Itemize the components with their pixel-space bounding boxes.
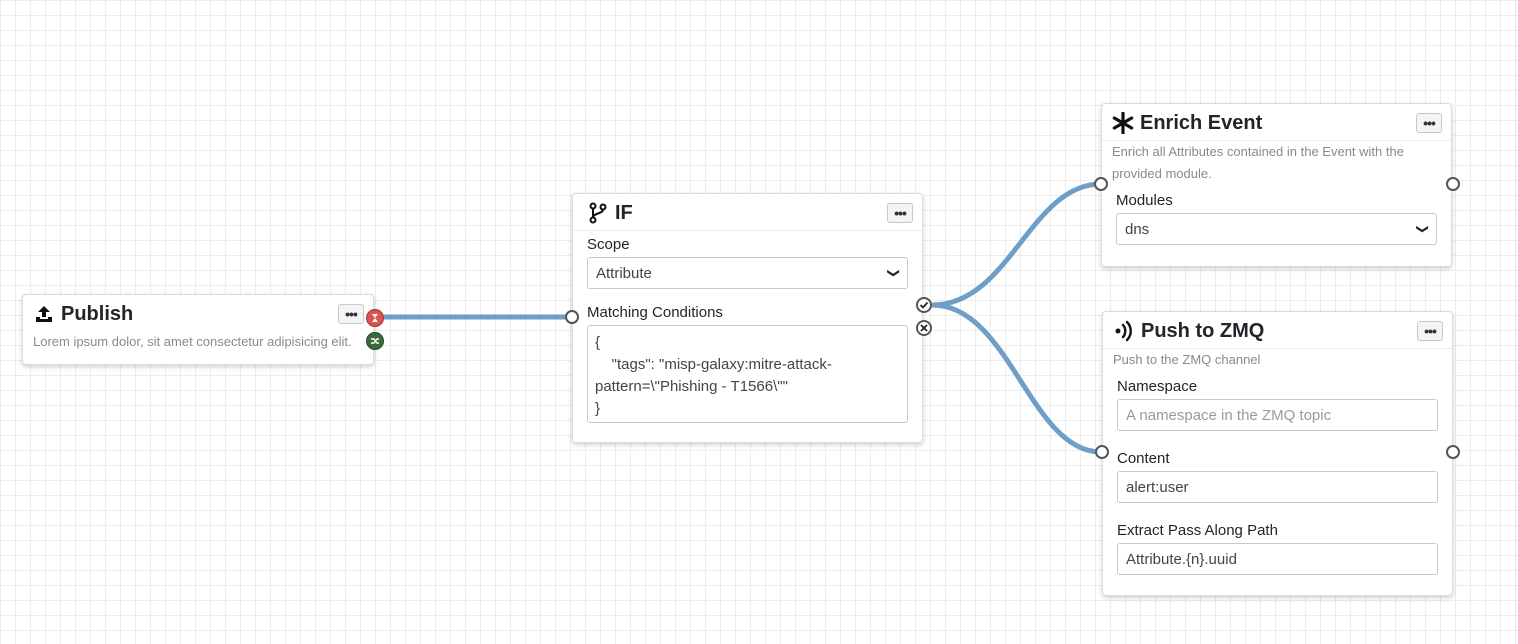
chevron-down-icon: ❯ (1415, 223, 1430, 235)
content-label: Content (1117, 450, 1170, 467)
upload-icon (33, 303, 55, 325)
enrich-menu-button[interactable]: ••• (1416, 113, 1442, 133)
namespace-input[interactable]: A namespace in the ZMQ topic (1117, 399, 1438, 431)
modules-select-value: dns (1125, 220, 1150, 238)
if-header: IF ••• (573, 194, 922, 226)
enrich-output-port[interactable] (1446, 177, 1460, 191)
enrich-description: Enrich all Attributes contained in the E… (1112, 144, 1404, 181)
enrich-header: Enrich Event ••• (1102, 104, 1451, 136)
zmq-menu-button[interactable]: ••• (1417, 321, 1443, 341)
scope-select[interactable]: Attribute ❯ (587, 257, 908, 289)
enrich-title-text: Enrich Event (1140, 112, 1263, 134)
if-input-port[interactable] (565, 310, 579, 324)
publish-success-status-icon[interactable] (366, 332, 384, 350)
scope-label: Scope (587, 236, 630, 253)
if-node[interactable]: IF ••• Scope Attribute ❯ Matching Condit… (572, 193, 923, 443)
publish-node[interactable]: Publish ••• Lorem ipsum dolor, sit amet … (22, 294, 374, 365)
enrich-input-port[interactable] (1094, 177, 1108, 191)
chevron-down-icon: ❯ (886, 267, 901, 279)
publish-description: Lorem ipsum dolor, sit amet consectetur … (33, 334, 352, 349)
scope-select-value: Attribute (596, 264, 652, 282)
publish-title-text: Publish (61, 303, 134, 325)
zmq-header: Push to ZMQ ••• (1103, 312, 1452, 344)
publish-title: Publish (33, 301, 133, 327)
extract-pass-along-path-input[interactable]: Attribute.{n}.uuid (1117, 543, 1438, 575)
connection-if-enrich[interactable] (931, 181, 1102, 308)
zmq-output-port[interactable] (1446, 445, 1460, 459)
zmq-input-port[interactable] (1095, 445, 1109, 459)
code-branch-icon (587, 202, 609, 224)
publish-error-status-icon[interactable] (366, 309, 384, 327)
matching-conditions-label: Matching Conditions (587, 304, 723, 321)
publish-menu-button[interactable]: ••• (338, 304, 364, 324)
if-separator (573, 230, 922, 231)
namespace-label: Namespace (1117, 378, 1198, 395)
enrich-title: Enrich Event (1112, 110, 1262, 136)
matching-conditions-textarea[interactable]: { "tags": "misp-galaxy:mitre-attack- pat… (587, 325, 908, 423)
zmq-title-text: Push to ZMQ (1141, 320, 1265, 342)
asterisk-icon (1112, 112, 1134, 134)
modules-select[interactable]: dns ❯ (1116, 213, 1437, 245)
if-menu-button[interactable]: ••• (887, 203, 913, 223)
times-circle-icon (920, 324, 928, 332)
extract-pass-along-path-label: Extract Pass Along Path (1117, 522, 1278, 539)
publish-header: Publish ••• (23, 295, 373, 327)
if-title-text: IF (615, 202, 633, 224)
broadcast-icon (1113, 320, 1135, 342)
push-to-zmq-node[interactable]: Push to ZMQ ••• Push to the ZMQ channel … (1102, 311, 1453, 596)
content-input[interactable]: alert:user (1117, 471, 1438, 503)
check-circle-icon (919, 301, 929, 309)
if-title: IF (587, 200, 633, 226)
if-false-output-port[interactable] (916, 320, 932, 336)
modules-label: Modules (1116, 192, 1173, 209)
zmq-description: Push to the ZMQ channel (1113, 352, 1261, 367)
connection-if-zmq[interactable] (931, 302, 1102, 455)
if-true-output-port[interactable] (916, 297, 932, 313)
enrich-event-node[interactable]: Enrich Event ••• Enrich all Attributes c… (1101, 103, 1452, 267)
zmq-title: Push to ZMQ (1113, 318, 1264, 344)
